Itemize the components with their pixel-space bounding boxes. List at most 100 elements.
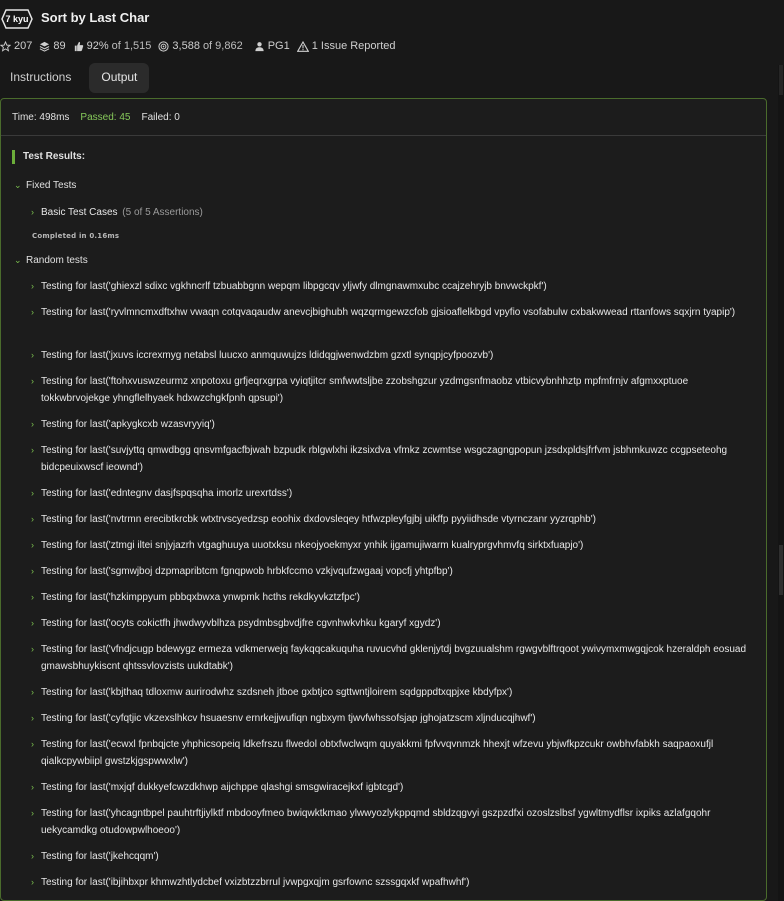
collections-count: 89: [53, 40, 66, 52]
random-test-label: Testing for last('ztmgi iltei snjyjazrh …: [41, 540, 584, 551]
scrollbar-track-mark: [779, 65, 783, 95]
time-label: Time: 498ms: [12, 111, 70, 123]
output-panel: Time: 498ms Passed: 45 Failed: 0 Test Re…: [0, 98, 767, 901]
target-icon: [158, 40, 169, 52]
tab-instructions[interactable]: Instructions: [0, 63, 81, 93]
random-test-item[interactable]: › Testing for last('ztmgi iltei snjyjazrh…: [31, 537, 751, 554]
chevron-right-icon: ›: [31, 644, 34, 654]
page-scrollbar[interactable]: [778, 65, 784, 901]
fixed-tests-group[interactable]: ⌄ Fixed Tests: [14, 180, 76, 191]
stars-count: 207: [14, 40, 33, 52]
random-test-item[interactable]: › Testing for last('yhcagntbpel pauhtrftj…: [31, 805, 751, 839]
tab-bar: Instructions Output: [0, 63, 150, 93]
warning-icon: [296, 40, 309, 52]
random-test-item[interactable]: › Testing for last('ryvlmncmxdftxhw vwaqn…: [31, 304, 751, 321]
random-test-item[interactable]: › Testing for last('hzkimppyum pbbqxbwxa …: [31, 589, 751, 606]
completed-total: of 9,862: [202, 40, 243, 52]
random-test-item[interactable]: › Testing for last('mxjqf dukkyefcwzdkhwp…: [31, 779, 751, 796]
random-test-item[interactable]: › Testing for last('nvtrmn erecibtkrcbk w…: [31, 511, 751, 528]
fixed-tests-label: Fixed Tests: [26, 180, 77, 191]
random-test-label: Testing for last('yhcagntbpel pauhtrftji…: [41, 808, 711, 836]
chevron-right-icon: ›: [31, 739, 34, 749]
random-test-label: Testing for last('cyfqtjic vkzexslhkcv h…: [41, 713, 536, 724]
basic-test-cases[interactable]: › Basic Test Cases (5 of 5 Assertions): [31, 204, 751, 221]
completed-stat: 3,588 of 9,862: [158, 40, 243, 52]
tab-output[interactable]: Output: [89, 63, 150, 93]
chevron-right-icon: ›: [31, 419, 34, 429]
random-test-item[interactable]: › Testing for last('ibjihbxpr khmwzhtlydc…: [31, 874, 751, 891]
random-test-label: Testing for last('mxjqf dukkyefcwzdkhwp …: [41, 782, 404, 793]
random-test-item[interactable]: › Testing for last('vfndjcugp bdewygz erm…: [31, 641, 751, 675]
chevron-right-icon: ›: [31, 687, 34, 697]
random-test-label: Testing for last('edntegnv dasjfspqsqha …: [41, 488, 293, 499]
random-test-label: Testing for last('ibjihbxpr khmwzhtlydcb…: [41, 877, 470, 888]
author-stat[interactable]: PG1: [254, 40, 290, 52]
random-test-label: Testing for last('ecwxl fpnbqjcte yhphic…: [41, 739, 714, 767]
chevron-right-icon: ›: [31, 782, 34, 792]
kata-title[interactable]: Sort by Last Char: [41, 10, 149, 25]
chevron-right-icon: ›: [31, 514, 34, 524]
scrollbar-thumb[interactable]: [779, 545, 783, 595]
passed-label: Passed: 45: [80, 111, 131, 123]
chevron-down-icon: ⌄: [14, 255, 22, 265]
random-test-item[interactable]: › Testing for last('ecwxl fpnbqjcte yhphi…: [31, 736, 751, 770]
thumbs-up-icon: [74, 41, 83, 51]
results-header: Test Results:: [12, 150, 85, 164]
random-test-label: Testing for last('ghiexzl sdixc vgkhncrl…: [41, 281, 547, 292]
chevron-right-icon: ›: [31, 376, 34, 386]
random-test-item[interactable]: › Testing for last('ocyts cokictfh jhwdwy…: [31, 615, 751, 632]
issues-label: 1 Issue Reported: [311, 40, 396, 52]
satisfaction-total: of 1,515: [111, 40, 152, 52]
chevron-right-icon: ›: [31, 713, 34, 723]
random-test-item[interactable]: › Testing for last('edntegnv dasjfspqsqha…: [31, 485, 751, 502]
random-test-item[interactable]: › Testing for last('jxuvs iccrexmyg netab…: [31, 347, 751, 364]
random-test-label: Testing for last('kbjthaq tdloxmw auriro…: [41, 687, 513, 698]
random-test-label: Testing for last('apkygkcxb wzasvryyiq'): [41, 419, 215, 430]
assertion-count: (5 of 5 Assertions): [122, 207, 203, 218]
kata-stats: 207 89 92% of 1,515 3,588 of 9,862 PG1 1…: [0, 38, 403, 54]
random-test-item[interactable]: › Testing for last('ghiexzl sdixc vgkhncr…: [31, 278, 751, 295]
chevron-right-icon: ›: [31, 445, 34, 455]
random-test-item[interactable]: › Testing for last('sgmwjboj dzpmapribtcm…: [31, 563, 751, 580]
chevron-right-icon: ›: [31, 307, 34, 317]
rank-label: 7 kyu: [5, 14, 29, 24]
random-test-label: Testing for last('vfndjcugp bdewygz erme…: [41, 644, 747, 672]
rank-badge: 7 kyu: [1, 9, 33, 29]
chevron-right-icon: ›: [31, 592, 34, 602]
user-icon: [255, 41, 264, 51]
chevron-right-icon: ›: [31, 851, 34, 861]
random-tests-group[interactable]: ⌄ Random tests: [14, 255, 88, 266]
random-tests-label: Random tests: [26, 255, 88, 266]
satisfaction-stat: 92% of 1,515: [73, 40, 152, 52]
random-test-item[interactable]: › Testing for last('jkehcqqm'): [31, 848, 751, 865]
chevron-right-icon: ›: [31, 808, 34, 818]
random-test-label: Testing for last('nvtrmn erecibtkrcbk wt…: [41, 514, 596, 525]
random-test-label: Testing for last('jkehcqqm'): [41, 851, 159, 862]
random-test-label: Testing for last('hzkimppyum pbbqxbwxa y…: [41, 592, 360, 603]
chevron-down-icon: ⌄: [14, 180, 22, 190]
completed-time: Completed in 0.16ms: [32, 232, 120, 240]
star-icon: [0, 40, 11, 52]
collections-stat[interactable]: 89: [39, 40, 66, 52]
chevron-right-icon: ›: [31, 566, 34, 576]
chevron-right-icon: ›: [31, 207, 34, 217]
random-test-item[interactable]: › Testing for last('suvjyttq qmwdbgg qnsv…: [31, 442, 751, 476]
random-test-label: Testing for last('ocyts cokictfh jhwdwyv…: [41, 618, 441, 629]
chevron-right-icon: ›: [31, 488, 34, 498]
basic-test-label: Basic Test Cases: [41, 207, 118, 218]
chevron-right-icon: ›: [31, 618, 34, 628]
stars-stat[interactable]: 207: [0, 40, 32, 52]
completed-value: 3,588: [172, 40, 200, 52]
stack-icon: [40, 41, 50, 52]
random-test-label: Testing for last('ryvlmncmxdftxhw vwaqn …: [41, 307, 736, 318]
random-test-item[interactable]: › Testing for last('kbjthaq tdloxmw aurir…: [31, 684, 751, 701]
random-test-label: Testing for last('jxuvs iccrexmyg netabs…: [41, 350, 494, 361]
issues-stat[interactable]: 1 Issue Reported: [296, 40, 396, 52]
test-summary: Time: 498ms Passed: 45 Failed: 0: [1, 99, 766, 136]
random-test-item[interactable]: › Testing for last('ftohxvuswzeurmz xnpot…: [31, 373, 751, 407]
random-test-label: Testing for last('sgmwjboj dzpmapribtcm …: [41, 566, 453, 577]
random-test-item[interactable]: › Testing for last('apkygkcxb wzasvryyiq'…: [31, 416, 751, 433]
random-test-item[interactable]: › Testing for last('cyfqtjic vkzexslhkcv …: [31, 710, 751, 727]
random-test-label: Testing for last('suvjyttq qmwdbgg qnsvm…: [41, 445, 728, 473]
chevron-right-icon: ›: [31, 281, 34, 291]
